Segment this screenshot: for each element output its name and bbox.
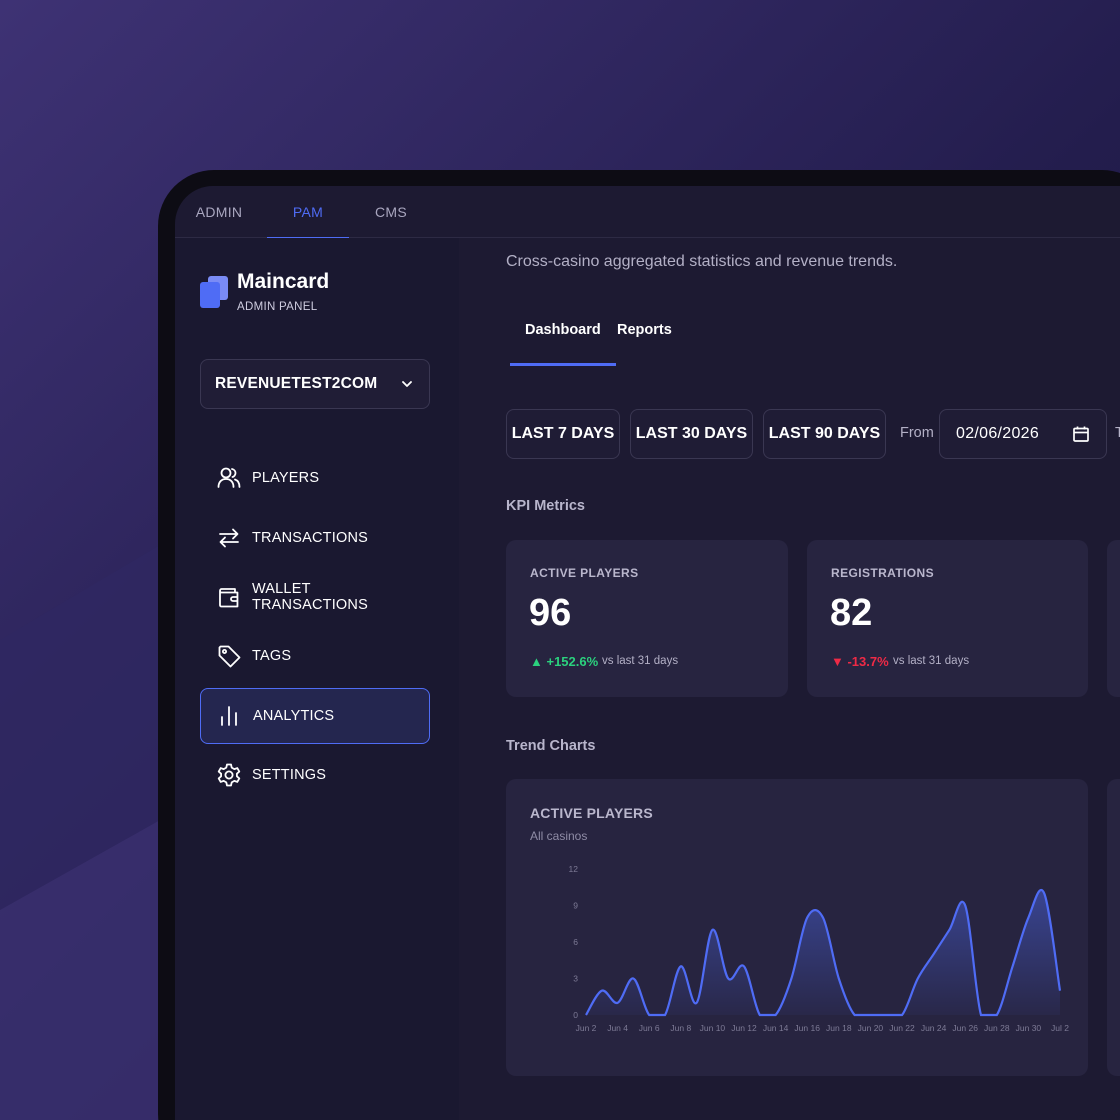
tab-dashboard[interactable]: Dashboard [510, 322, 616, 366]
kpi-delta: ▼ -13.7% [831, 654, 889, 669]
sidebar-item-analytics[interactable]: ANALYTICS [200, 688, 430, 744]
to-label: T [1115, 425, 1120, 441]
from-date-input[interactable]: 02/06/2026 [939, 409, 1107, 459]
top-nav: ADMIN PAM CMS [175, 186, 1120, 239]
users-icon [217, 467, 241, 488]
sidebar-item-wallet-transactions[interactable]: WALLET TRANSACTIONS [200, 569, 430, 625]
brand-subtitle: ADMIN PANEL [237, 301, 318, 313]
main-content: Cross-casino aggregated statistics and r… [459, 238, 1120, 1120]
x-tick-label: Jun 16 [794, 1023, 820, 1033]
sidebar-item-label: TRANSACTIONS [252, 530, 368, 546]
gear-icon [217, 763, 241, 787]
kpi-comparison: vs last 31 days [602, 655, 679, 667]
x-tick-label: Jun 14 [763, 1023, 789, 1033]
x-tick-label: Jun 20 [858, 1023, 884, 1033]
kpi-delta: ▲ +152.6% [530, 654, 599, 669]
x-tick-label: Jun 6 [639, 1023, 660, 1033]
kpi-comparison: vs last 31 days [893, 655, 970, 667]
tab-reports[interactable]: Reports [617, 322, 672, 366]
casino-select[interactable]: REVENUETEST2COM [200, 359, 430, 409]
arrows-swap-icon [219, 528, 239, 548]
sidebar-item-settings[interactable]: SETTINGS [200, 747, 430, 803]
y-tick-label: 9 [573, 901, 578, 911]
trend-section-heading: Trend Charts [506, 738, 596, 754]
from-date-value: 02/06/2026 [956, 425, 1040, 442]
sidebar-item-label: ANALYTICS [253, 708, 335, 724]
kpi-value: 82 [830, 592, 873, 634]
sidebar-item-label: PLAYERS [252, 470, 320, 486]
trend-chart-card-partial [1107, 779, 1120, 1076]
kpi-card-registrations: REGISTRATIONS 82 ▼ -13.7% vs last 31 day… [807, 540, 1088, 697]
x-tick-label: Jun 26 [952, 1023, 978, 1033]
kpi-card-partial [1107, 540, 1120, 697]
page-subtitle: Cross-casino aggregated statistics and r… [506, 253, 898, 270]
top-tab-pam[interactable]: PAM [267, 186, 349, 239]
last-7-days-button[interactable]: LAST 7 DAYS [506, 409, 620, 459]
kpi-label: ACTIVE PLAYERS [530, 566, 639, 580]
y-tick-label: 0 [573, 1010, 578, 1020]
trend-chart-card: ACTIVE PLAYERS All casinos 0 3 6 9 12 Jun 2 Ju… [506, 779, 1088, 1076]
x-tick-label: Jun 10 [700, 1023, 726, 1033]
y-tick-label: 3 [573, 974, 578, 984]
sidebar-item-label: WALLET TRANSACTIONS [251, 581, 368, 613]
sidebar: Maincard ADMIN PANEL REVENUETEST2COM PLA… [175, 238, 459, 1120]
x-tick-label: Jun 8 [670, 1023, 691, 1033]
trend-chart: 0 3 6 9 12 Jun 2 Jun 4 Jun 6 Jun 8 Jun 10 Jun 12 Ju… [569, 864, 1070, 1033]
x-tick-label: Jun 18 [826, 1023, 852, 1033]
x-tick-label: Jun 2 [576, 1023, 597, 1033]
top-tab-cms[interactable]: CMS [350, 186, 432, 238]
kpi-card-active-players: ACTIVE PLAYERS 96 ▲ +152.6% vs last 31 d… [506, 540, 788, 697]
brand-name: Maincard [237, 270, 330, 293]
kpi-section-heading: KPI Metrics [506, 498, 585, 514]
last-90-days-button[interactable]: LAST 90 DAYS [763, 409, 886, 459]
bar-chart-icon [221, 706, 237, 726]
wallet-icon [219, 588, 239, 608]
x-tick-label: Jun 4 [607, 1023, 628, 1033]
kpi-label: REGISTRATIONS [831, 566, 934, 580]
last-30-days-button[interactable]: LAST 30 DAYS [630, 409, 753, 459]
sidebar-item-label: SETTINGS [252, 767, 327, 783]
top-tab-admin[interactable]: ADMIN [178, 186, 260, 238]
calendar-icon[interactable] [1072, 425, 1090, 443]
sidebar-item-tags[interactable]: TAGS [200, 628, 430, 684]
x-tick-label: Jul 2 [1051, 1023, 1069, 1033]
tag-icon [218, 645, 241, 668]
sidebar-item-transactions[interactable]: TRANSACTIONS [200, 510, 430, 566]
chevron-down-icon [402, 381, 412, 387]
x-tick-label: Jun 28 [984, 1023, 1010, 1033]
casino-select-value: REVENUETEST2COM [215, 375, 378, 392]
x-tick-label: Jun 22 [889, 1023, 915, 1033]
sidebar-item-players[interactable]: PLAYERS [200, 450, 430, 506]
x-tick-label: Jun 30 [1016, 1023, 1042, 1033]
sidebar-item-label: TAGS [252, 648, 292, 664]
from-label: From [900, 425, 934, 441]
logo-icon [200, 276, 230, 310]
y-tick-label: 12 [569, 864, 579, 874]
kpi-value: 96 [529, 592, 572, 634]
series-area [586, 890, 1060, 1015]
x-tick-label: Jun 12 [731, 1023, 757, 1033]
app-screen: ADMIN PAM CMS Maincard ADMIN PANEL REVEN… [175, 186, 1120, 1120]
y-tick-label: 6 [573, 937, 578, 947]
x-tick-label: Jun 24 [921, 1023, 947, 1033]
